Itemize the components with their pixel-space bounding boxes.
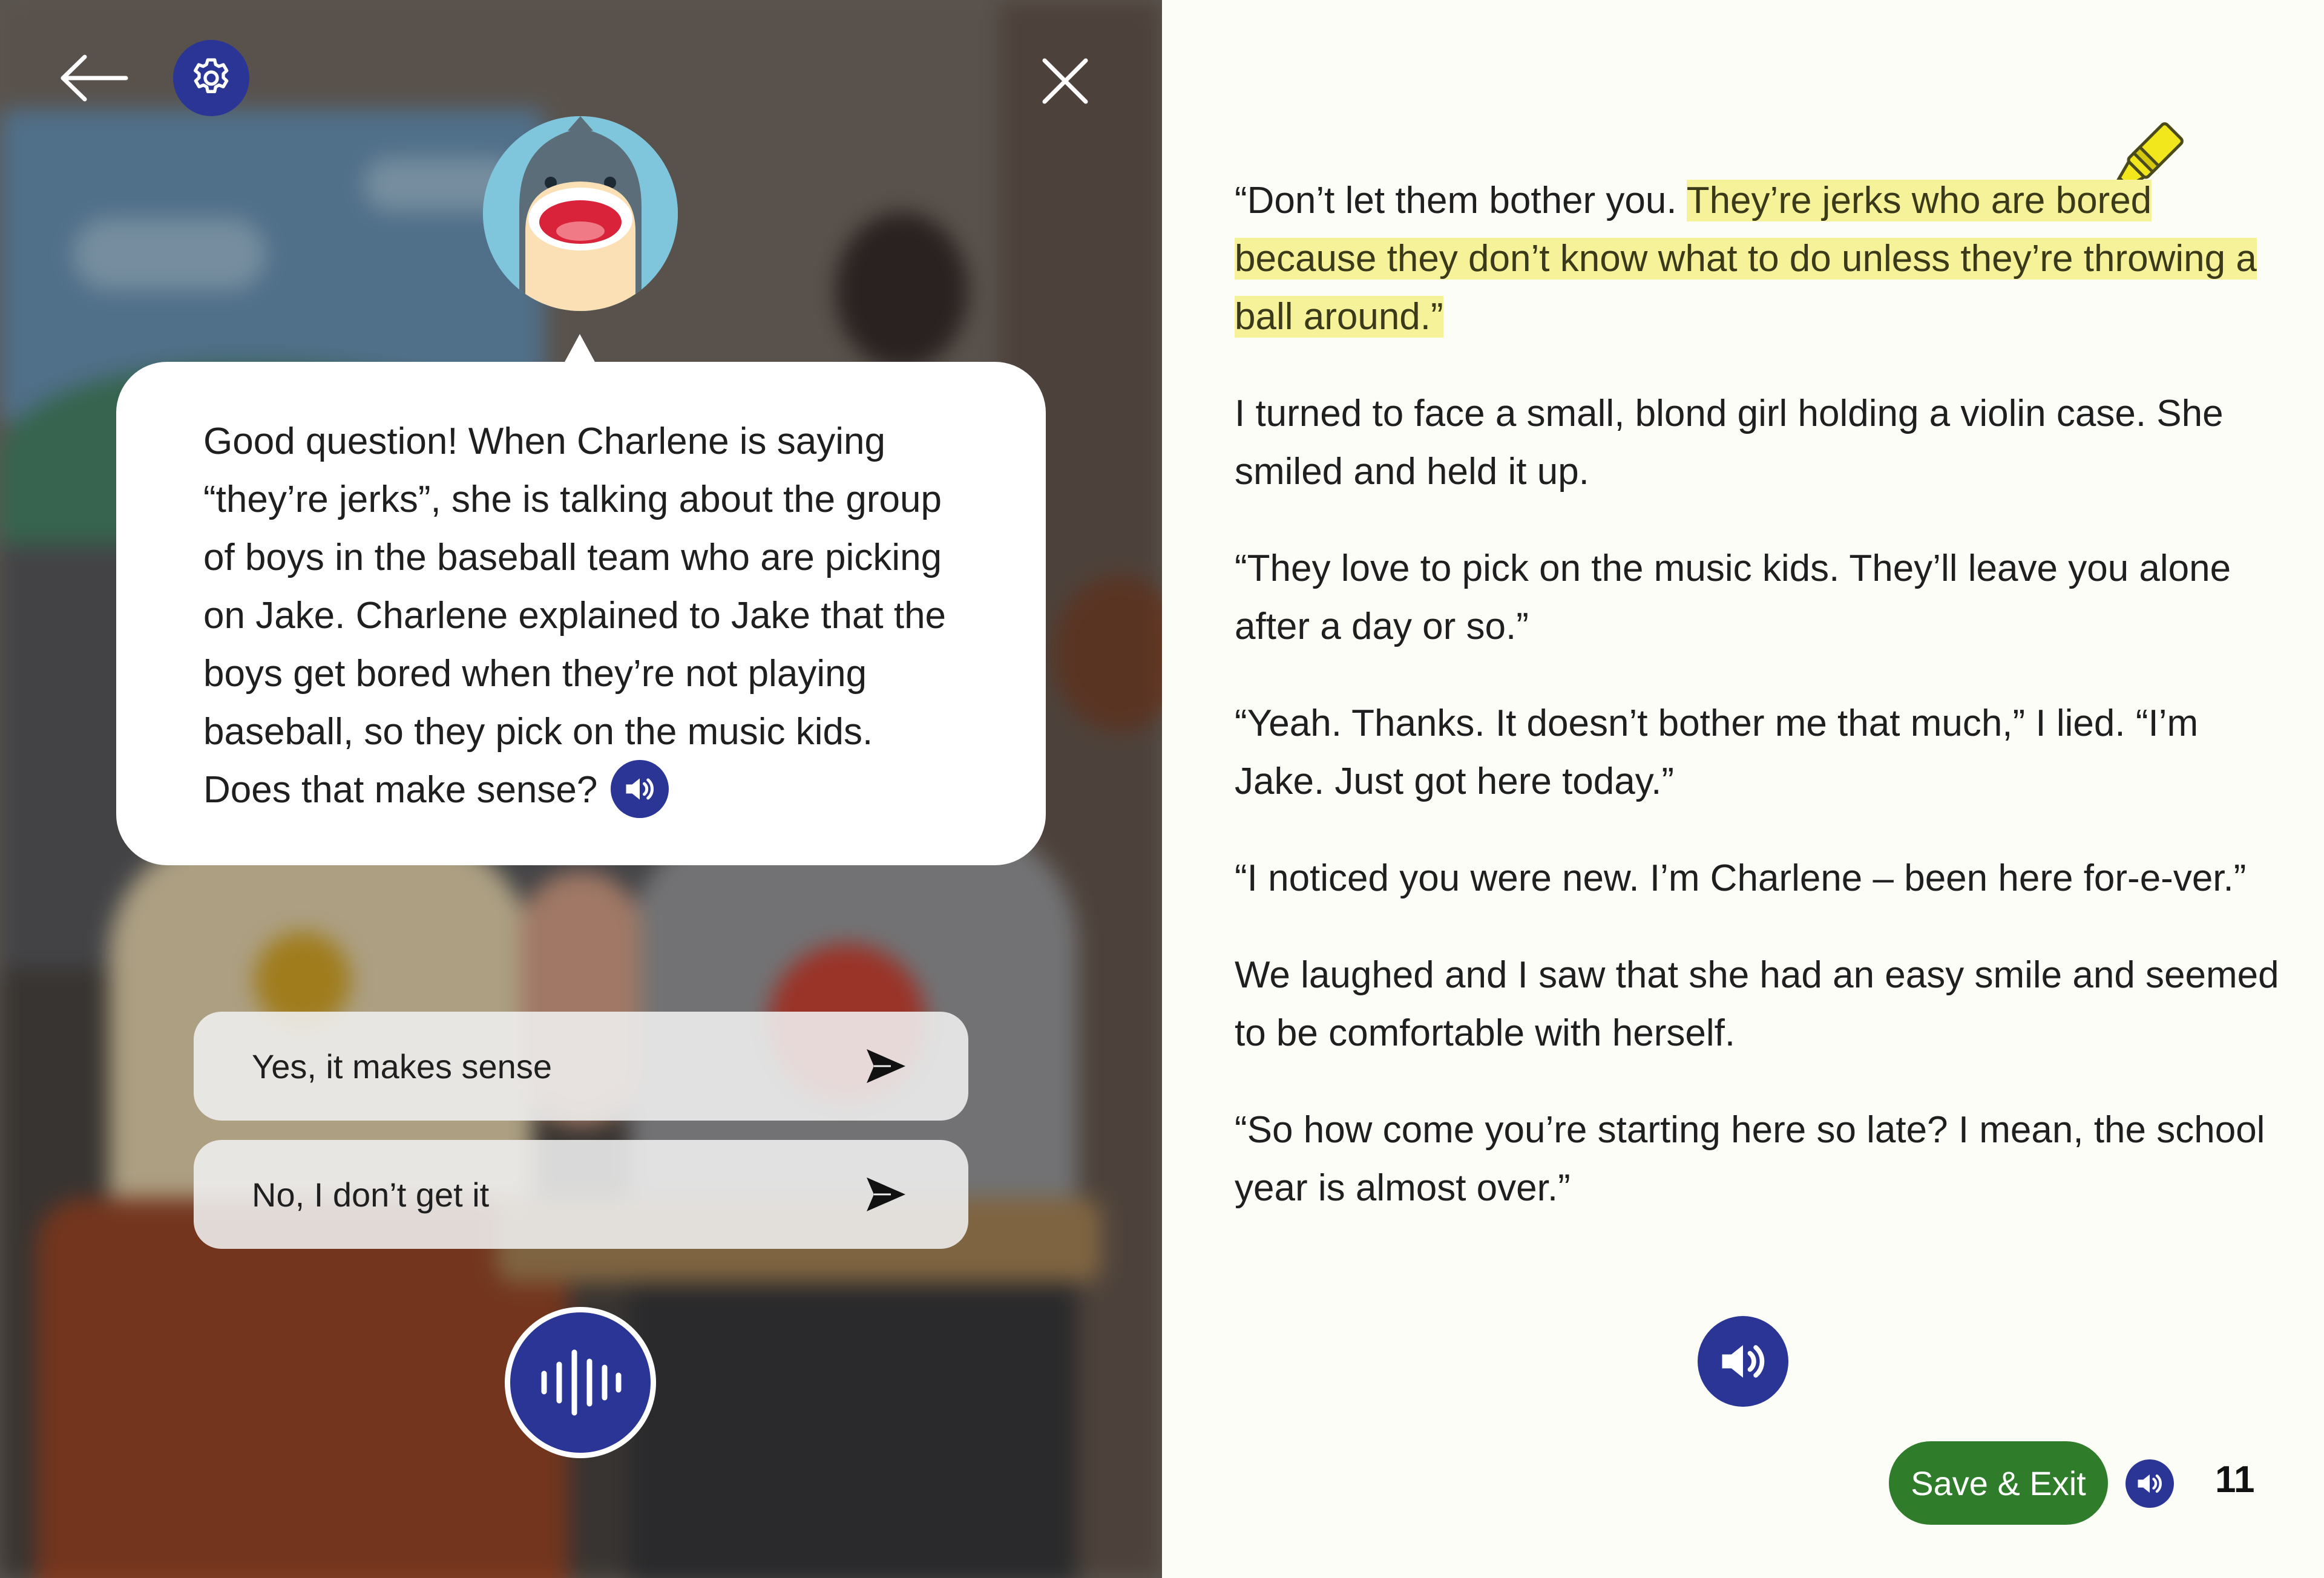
assistant-message-bubble: Good question! When Charlene is saying “…	[116, 362, 1046, 865]
voice-input-button[interactable]	[505, 1307, 656, 1458]
story-paragraph: “I noticed you were new. I’m Charlene – …	[1235, 857, 2247, 899]
voice-waveform-icon	[541, 1349, 622, 1416]
send-icon	[867, 1049, 905, 1083]
settings-button[interactable]	[173, 40, 249, 116]
bubble-pointer	[564, 334, 596, 363]
save-exit-button[interactable]: Save & Exit	[1889, 1441, 2108, 1525]
arrow-left-icon[interactable]	[58, 51, 131, 105]
speaker-icon	[2138, 1474, 2162, 1493]
story-paragraph: “Yeah. Thanks. It doesn’t bother me that…	[1235, 702, 2199, 802]
gear-icon	[194, 58, 229, 93]
story-panel: “Don’t let them bother you. They’re jerk…	[1162, 0, 2324, 1578]
save-exit-audio-button[interactable]	[2125, 1459, 2174, 1508]
speaker-icon[interactable]	[611, 759, 669, 818]
page-number: 11	[2215, 1459, 2255, 1501]
story-paragraph: I turned to face a small, blond girl hol…	[1235, 393, 2224, 493]
story-paragraph-plain: “Don’t let them bother you.	[1235, 180, 1687, 221]
reply-yes-button[interactable]: Yes, it makes sense	[194, 1012, 968, 1121]
assistant-message-text: Good question! When Charlene is saying “…	[203, 421, 947, 811]
assistant-message: Good question! When Charlene is saying “…	[203, 413, 961, 822]
shark-avatar-icon	[483, 116, 678, 311]
story-paragraph: “They love to pick on the music kids. Th…	[1235, 548, 2231, 647]
speaker-icon	[1722, 1345, 1765, 1378]
close-icon[interactable]	[1035, 51, 1095, 111]
story-paragraph: We laughed and I saw that she had an eas…	[1235, 954, 2279, 1054]
story-paragraph: “Don’t let them bother you. They’re jerk…	[1235, 172, 2288, 346]
chat-panel: Good question! When Charlene is saying “…	[0, 0, 1162, 1578]
reply-no-button[interactable]: No, I don’t get it	[194, 1140, 968, 1249]
reply-yes-label: Yes, it makes sense	[252, 1047, 552, 1085]
reader-screen: Good question! When Charlene is saying “…	[0, 0, 2324, 1578]
story-text: “Don’t let them bother you. They’re jerk…	[1235, 172, 2288, 1256]
story-paragraph: “So how come you’re starting here so lat…	[1235, 1109, 2265, 1209]
read-aloud-button[interactable]	[1698, 1316, 1788, 1407]
send-icon	[867, 1177, 905, 1211]
reply-no-label: No, I don’t get it	[252, 1175, 490, 1214]
